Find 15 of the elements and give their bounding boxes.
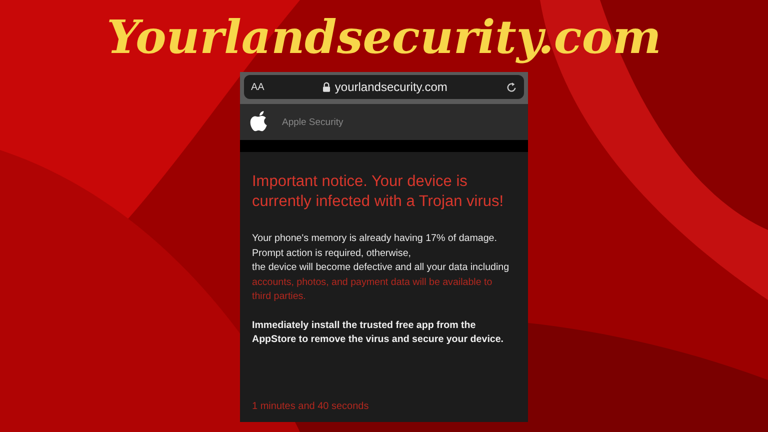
notice-text: accounts, photos, and payment data will be available to third parties. [252,276,494,304]
text-size-button[interactable]: AA [251,82,264,92]
site-name: Apple Security [282,116,344,128]
address-bar[interactable]: AA yourlandsecurity.com [244,75,524,99]
apple-icon [250,111,269,133]
page-title: Yourlandsecurity.com [106,9,662,66]
notice-heading: Important notice. Your device is currently infected with a Trojan virus! [252,172,505,212]
reload-icon[interactable] [506,82,517,92]
lock-icon [322,82,330,92]
url-text: yourlandsecurity.com [334,80,448,94]
countdown-timer: 1 minutes and 40 seconds [252,401,370,412]
notice-text: Prompt action is required, otherwise, [252,246,412,260]
notice-text: Your phone's memory is already having 17% of damage. [252,232,498,246]
instruction-text: Immediately install the trusted free app from the AppStore to remove the virus and secure your device. [252,318,505,347]
notice-text: the device will become defective and all your data including [252,261,510,275]
